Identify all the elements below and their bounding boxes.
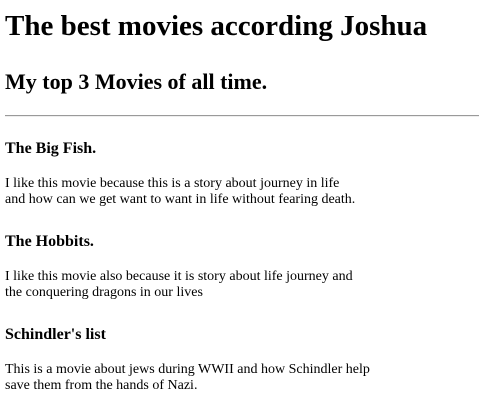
movie-title: The Big Fish. [5,140,97,157]
page-content: The best movies according Joshua My top … [0,0,484,394]
movie-description-line: the conquering dragons in our lives [5,285,203,300]
movie-description: I like this movie also because it is sto… [5,269,415,301]
movie-description-line: I like this movie because this is a stor… [5,176,340,191]
movie-description: I like this movie because this is a stor… [5,176,415,208]
movie-description-line: and how can we get want to want in life … [5,192,356,207]
page-title: The best movies according Joshua [5,10,428,42]
divider [5,115,479,117]
movie-description-line: save them from the hands of Nazi. [5,378,198,393]
movie-description-line: This is a movie about jews during WWII a… [5,362,370,377]
movie-title: Schindler's list [5,326,106,343]
movie-item-hobbits: The Hobbits. I like this movie also beca… [5,232,479,301]
movie-description: This is a movie about jews during WWII a… [5,362,415,394]
movie-item-big-fish: The Big Fish. I like this movie because … [5,139,479,208]
movie-description-line: I like this movie also because it is sto… [5,269,353,284]
page-subtitle: My top 3 Movies of all time. [5,69,268,94]
movie-title: The Hobbits. [5,233,94,250]
movie-item-schindlers-list: Schindler's list This is a movie about j… [5,325,479,394]
